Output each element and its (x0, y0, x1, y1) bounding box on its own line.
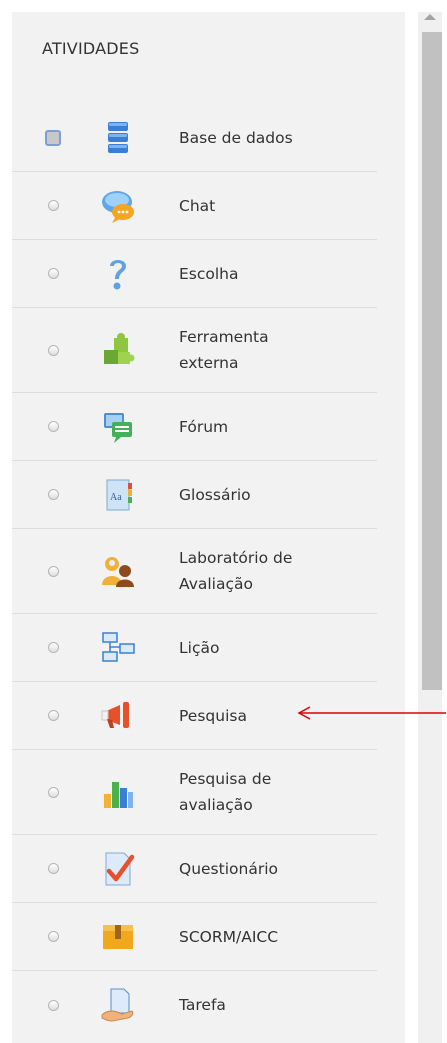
activity-radio[interactable] (48, 200, 59, 211)
activity-item-lesson[interactable]: Lição (12, 614, 377, 682)
activity-chooser-panel: ATIVIDADES Base de dados Chat Escolha Fe… (12, 12, 405, 1043)
forum-icon (98, 407, 138, 447)
activity-item-chat[interactable]: Chat (12, 172, 377, 240)
activity-item-scorm[interactable]: SCORM/AICC (12, 903, 377, 971)
activity-item-feedback[interactable]: Pesquisa de avaliação (12, 750, 377, 835)
activity-item-workshop[interactable]: Laboratório de Avaliação (12, 529, 377, 614)
question-mark-icon (98, 254, 138, 294)
red-arrow-left-icon (297, 706, 446, 720)
activity-radio[interactable] (48, 344, 59, 356)
activity-item-quiz[interactable]: Questionário (12, 835, 377, 903)
quiz-check-icon (98, 849, 138, 889)
glossary-icon: Aa (98, 475, 138, 515)
activity-radio[interactable] (48, 786, 59, 798)
activity-item-glossary[interactable]: Aa Glossário (12, 461, 377, 529)
chat-icon (98, 186, 138, 226)
activity-label: Pesquisa de avaliação (179, 770, 272, 814)
lesson-flow-icon (98, 628, 138, 668)
scroll-thumb[interactable] (422, 32, 442, 690)
activity-radio[interactable] (48, 489, 59, 500)
activity-label: Glossário (179, 485, 251, 504)
puzzle-icon (98, 330, 138, 370)
activity-item-assignment[interactable]: Tarefa (12, 971, 377, 1039)
activity-radio[interactable] (45, 129, 61, 146)
megaphone-icon (98, 696, 138, 736)
activity-label: Laboratório de Avaliação (179, 549, 293, 593)
activity-label: Escolha (179, 264, 239, 283)
activity-radio[interactable] (48, 710, 59, 721)
activity-label: Lição (179, 638, 220, 657)
activity-label: Base de dados (179, 128, 293, 147)
activity-radio[interactable] (48, 268, 59, 279)
svg-text:Aa: Aa (110, 492, 122, 503)
workshop-people-icon (98, 551, 138, 591)
activity-label: Pesquisa (179, 706, 247, 725)
activity-item-database[interactable]: Base de dados (12, 104, 377, 172)
activity-radio[interactable] (48, 863, 59, 874)
activity-label: Questionário (179, 859, 278, 878)
activity-item-choice[interactable]: Escolha (12, 240, 377, 308)
scroll-up-arrow-icon[interactable] (424, 14, 436, 20)
activity-list: Base de dados Chat Escolha Ferramenta ex… (12, 104, 405, 1039)
activity-item-forum[interactable]: Fórum (12, 393, 377, 461)
activity-radio[interactable] (48, 931, 59, 942)
activity-label: Chat (179, 196, 216, 215)
activity-label: Fórum (179, 417, 229, 436)
activity-radio[interactable] (48, 421, 59, 432)
package-icon (98, 917, 138, 957)
activity-label: SCORM/AICC (179, 927, 279, 946)
activity-label: Tarefa (179, 996, 226, 1014)
section-title: ATIVIDADES (42, 39, 140, 58)
activity-radio[interactable] (48, 999, 59, 1011)
activity-radio[interactable] (48, 565, 59, 577)
assignment-hand-icon (98, 985, 138, 1025)
activity-radio[interactable] (48, 642, 59, 653)
activity-item-external-tool[interactable]: Ferramenta externa (12, 308, 377, 393)
activity-label: Ferramenta externa (179, 328, 269, 372)
bar-chart-icon (98, 772, 138, 812)
database-icon (98, 118, 138, 158)
vertical-scrollbar[interactable] (418, 12, 442, 1043)
